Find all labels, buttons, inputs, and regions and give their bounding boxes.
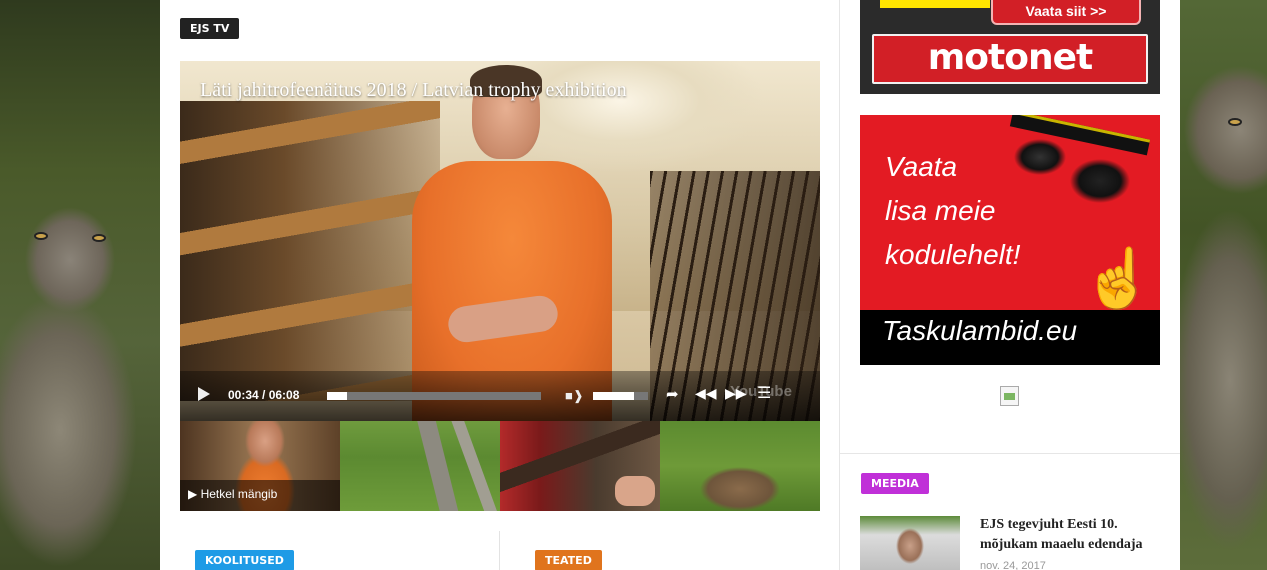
ad-motonet[interactable]: Vaata siit >> motonet <box>860 0 1160 94</box>
ad-motonet-button[interactable]: Vaata siit >> <box>991 0 1141 25</box>
thumb-pole <box>415 421 463 511</box>
playlist-item[interactable]: ▶ Hetkel mängib <box>180 421 340 511</box>
news-title[interactable]: EJS tegevjuht Eesti 10. mõjukam maaelu e… <box>980 515 1170 555</box>
ad-line: Vaata <box>885 151 958 182</box>
hand-cursor-icon: ☝ <box>1082 246 1155 311</box>
section-tag-meedia[interactable]: MEEDIA <box>861 473 929 494</box>
video-player[interactable]: Läti jahitrofeenäitus 2018 / Latvian tro… <box>180 61 820 421</box>
ad-motonet-logo: motonet <box>872 34 1148 84</box>
ad-line: kodulehelt! <box>885 239 1021 270</box>
section-tag-ejs-tv[interactable]: EJS TV <box>180 18 240 39</box>
ad-yellow-strip <box>880 0 990 8</box>
ad-taskulambid-brand: Taskulambid.eu <box>882 315 1078 346</box>
ad-taskulambid-text: Vaata lisa meie kodulehelt! <box>885 145 1020 277</box>
broken-image-icon <box>1000 386 1019 406</box>
section-tag-koolitused[interactable]: KOOLITUSED <box>195 550 294 570</box>
column-divider <box>499 531 500 570</box>
playlist-item[interactable] <box>500 421 660 511</box>
ad-taskulambid[interactable]: Vaata lisa meie kodulehelt! ☝ Taskulambi… <box>860 115 1160 365</box>
sidebar-divider <box>840 453 1180 454</box>
wolf-eye <box>34 232 48 240</box>
video-time: 00:34 / 06:08 <box>228 388 300 402</box>
volume-slider-fill <box>593 392 635 400</box>
playlist-item[interactable] <box>340 421 500 511</box>
ad-line: lisa meie <box>885 195 996 226</box>
previous-icon[interactable]: ◀◀ <box>695 385 717 402</box>
playlist-icon[interactable]: ☰ <box>757 383 771 403</box>
volume-icon[interactable]: ■❱ <box>565 388 584 404</box>
video-title[interactable]: Läti jahitrofeenäitus 2018 / Latvian tro… <box>200 79 627 102</box>
share-icon[interactable]: ➦ <box>666 385 679 403</box>
sidebar: Vaata siit >> motonet Vaata lisa meie ko… <box>839 0 1180 570</box>
background-wolf-left <box>0 0 160 570</box>
play-icon[interactable] <box>198 387 210 401</box>
video-playlist: ▶ Hetkel mängib <box>180 421 820 511</box>
video-controls: 00:34 / 06:08 ■❱ ➦ ◀◀ ▶▶ YouTube ☰ <box>180 371 820 421</box>
wolf-eye <box>1228 118 1242 126</box>
background-wolf-right <box>1180 0 1267 570</box>
playlist-item[interactable] <box>660 421 820 511</box>
main-content: EJS TV Läti jahitrofeenäitus 2018 / Latv… <box>160 0 839 570</box>
progress-bar[interactable] <box>327 392 541 400</box>
video-antler-racks <box>180 101 440 401</box>
section-tag-teated[interactable]: TEATED <box>535 550 602 570</box>
wolf-eye <box>92 234 106 242</box>
progress-bar-fill <box>327 392 347 400</box>
news-date: nov. 24, 2017 <box>980 560 1046 570</box>
news-thumbnail[interactable] <box>860 516 960 570</box>
headlamp-image <box>1010 123 1130 203</box>
thumb-hand <box>615 476 655 506</box>
thumb-pole <box>449 421 500 511</box>
now-playing-label: ▶ Hetkel mängib <box>180 480 340 511</box>
